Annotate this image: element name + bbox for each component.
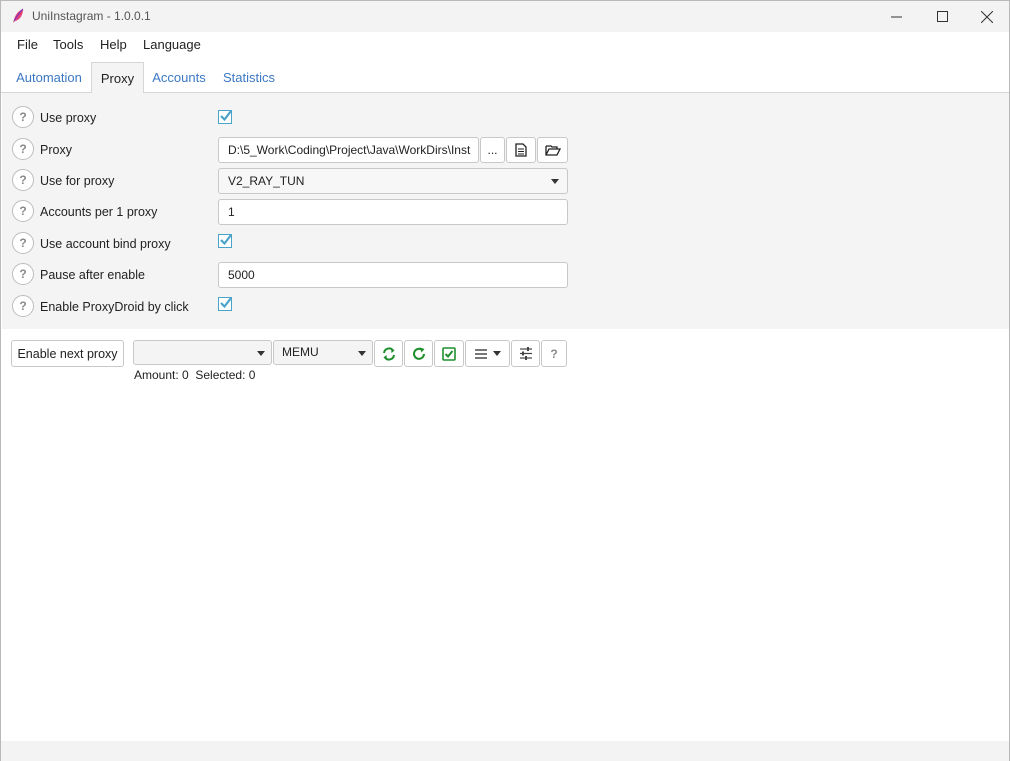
chevron-down-icon bbox=[358, 351, 366, 356]
pause-after-enable-label: Pause after enable bbox=[40, 268, 145, 282]
tab-proxy[interactable]: Proxy bbox=[91, 62, 144, 94]
chevron-down-icon bbox=[257, 351, 265, 356]
amount-label: Amount: 0 bbox=[134, 368, 189, 382]
app-window: UniInstagram - 1.0.0.1 File Tools Help L… bbox=[0, 0, 1010, 761]
status-bar-text: Amount: 0 Selected: 0 bbox=[134, 368, 255, 382]
tab-automation[interactable]: Automation bbox=[10, 62, 88, 94]
help-button[interactable]: ? bbox=[12, 232, 34, 254]
use-account-bind-proxy-checkbox[interactable] bbox=[218, 234, 232, 248]
menu-help[interactable]: Help bbox=[100, 37, 127, 52]
file-icon bbox=[515, 143, 527, 157]
emulator-combo[interactable]: MEMU bbox=[273, 340, 373, 365]
enable-proxydroid-label: Enable ProxyDroid by click bbox=[40, 300, 189, 314]
use-proxy-checkbox[interactable] bbox=[218, 110, 232, 124]
feather-icon bbox=[13, 8, 24, 23]
setting-enable-proxydroid: ? Enable ProxyDroid by click bbox=[2, 294, 602, 320]
sync-icon bbox=[382, 346, 395, 361]
maximize-icon bbox=[936, 11, 948, 22]
open-folder-button[interactable] bbox=[537, 137, 568, 163]
proxy-label: Proxy bbox=[40, 143, 72, 157]
close-icon bbox=[981, 10, 993, 23]
help-button[interactable]: ? bbox=[12, 106, 34, 128]
chevron-down-icon bbox=[493, 351, 501, 356]
use-account-bind-proxy-label: Use account bind proxy bbox=[40, 237, 171, 251]
list-icon bbox=[475, 348, 487, 359]
help-button[interactable]: ? bbox=[12, 295, 34, 317]
refresh-icon bbox=[412, 347, 425, 360]
settings-sliders-button[interactable] bbox=[511, 340, 540, 367]
setting-accounts-per-proxy: ? Accounts per 1 proxy 1 bbox=[2, 199, 602, 225]
checkmark-icon bbox=[220, 234, 232, 246]
browse-button[interactable]: ... bbox=[480, 137, 505, 163]
use-for-proxy-label: Use for proxy bbox=[40, 174, 115, 188]
check-square-icon bbox=[442, 346, 456, 361]
minimize-icon bbox=[890, 16, 902, 18]
sliders-icon bbox=[519, 347, 532, 360]
menu-file[interactable]: File bbox=[17, 37, 38, 52]
checkmark-icon bbox=[220, 297, 232, 309]
setting-proxy: ? Proxy D:\5_Work\Coding\Project\Java\Wo… bbox=[2, 137, 602, 163]
help-button[interactable]: ? bbox=[12, 263, 34, 285]
toolbar-help-button[interactable]: ? bbox=[541, 340, 567, 367]
tab-accounts[interactable]: Accounts bbox=[149, 62, 209, 94]
selected-label: Selected: 0 bbox=[195, 368, 256, 382]
open-file-button[interactable] bbox=[506, 137, 536, 163]
menu-tools[interactable]: Tools bbox=[53, 37, 83, 52]
use-for-proxy-value: V2_RAY_TUN bbox=[228, 174, 305, 188]
folder-open-icon bbox=[544, 145, 561, 156]
menu-bar: File Tools Help Language bbox=[1, 32, 1009, 58]
setting-use-proxy: ? Use proxy bbox=[2, 106, 602, 132]
help-button[interactable]: ? bbox=[12, 169, 34, 191]
select-all-button[interactable] bbox=[434, 340, 464, 367]
help-button[interactable]: ? bbox=[12, 200, 34, 222]
accounts-per-proxy-field[interactable]: 1 bbox=[218, 199, 568, 225]
sync-button[interactable] bbox=[374, 340, 403, 367]
accounts-per-proxy-label: Accounts per 1 proxy bbox=[40, 205, 158, 219]
use-for-proxy-select[interactable]: V2_RAY_TUN bbox=[218, 168, 568, 194]
device-filter-combo[interactable] bbox=[133, 340, 272, 365]
help-button[interactable]: ? bbox=[12, 138, 34, 160]
window-footer bbox=[1, 741, 1009, 761]
window-title: UniInstagram - 1.0.0.1 bbox=[32, 9, 151, 23]
enable-proxydroid-checkbox[interactable] bbox=[218, 297, 232, 311]
menu-language[interactable]: Language bbox=[143, 37, 201, 52]
maximize-button[interactable] bbox=[919, 1, 965, 32]
refresh-button[interactable] bbox=[404, 340, 433, 367]
title-bar: UniInstagram - 1.0.0.1 bbox=[1, 1, 1009, 32]
enable-next-proxy-button[interactable]: Enable next proxy bbox=[11, 340, 124, 367]
list-menu-button[interactable] bbox=[465, 340, 510, 367]
tab-statistics[interactable]: Statistics bbox=[219, 62, 279, 94]
setting-use-for-proxy: ? Use for proxy V2_RAY_TUN bbox=[2, 168, 602, 194]
emulator-value: MEMU bbox=[282, 345, 319, 359]
close-button[interactable] bbox=[964, 1, 1010, 32]
checkmark-icon bbox=[220, 110, 232, 122]
pause-after-enable-field[interactable]: 5000 bbox=[218, 262, 568, 288]
proxy-settings-panel: ? Use proxy ? Proxy D:\5_Work\Coding\Pro… bbox=[2, 93, 1009, 329]
minimize-button[interactable] bbox=[873, 1, 919, 32]
setting-use-account-bind-proxy: ? Use account bind proxy bbox=[2, 231, 602, 257]
use-proxy-label: Use proxy bbox=[40, 111, 97, 125]
chevron-down-icon bbox=[551, 179, 559, 184]
setting-pause-after-enable: ? Pause after enable 5000 bbox=[2, 262, 602, 288]
proxy-path-field[interactable]: D:\5_Work\Coding\Project\Java\WorkDirs\I… bbox=[218, 137, 479, 163]
tab-bar: Automation Proxy Accounts Statistics bbox=[1, 59, 1009, 94]
